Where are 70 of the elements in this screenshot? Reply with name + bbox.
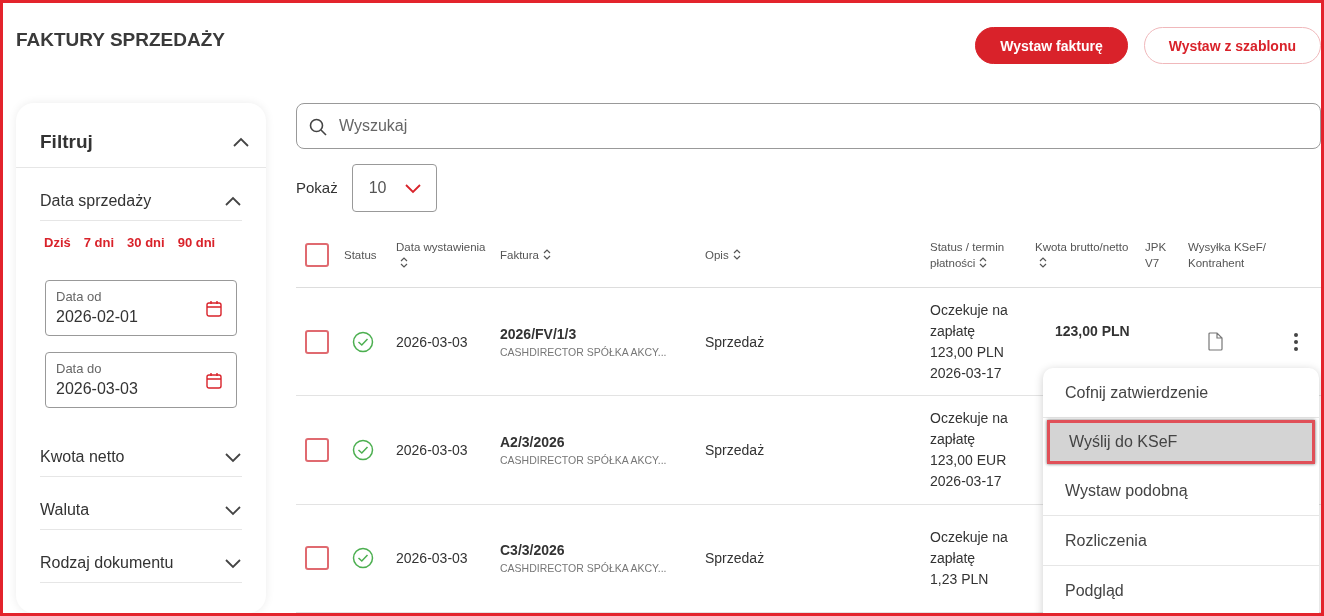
column-header[interactable]: Kwota brutto/netto xyxy=(1035,239,1145,272)
filter-section-title[interactable]: Waluta xyxy=(40,501,90,519)
chevron-down-icon[interactable] xyxy=(224,504,242,516)
contractor-name: CASHDIRECTOR SPÓŁKA AKCY... xyxy=(500,562,668,575)
gross-amount: 123,00 PLN xyxy=(1055,322,1131,339)
payment-status: 1,23 PLN xyxy=(930,569,990,589)
table-cell-text: 2026-03-03 xyxy=(396,442,469,459)
date-range-link[interactable]: Dziś xyxy=(44,235,71,250)
sort-icon[interactable] xyxy=(732,249,741,261)
calendar-icon[interactable] xyxy=(206,372,222,389)
table-cell-text: Sprzedaż xyxy=(705,333,766,350)
page-title: FAKTURY SPRZEDAŻY xyxy=(16,29,226,51)
column-header[interactable]: Faktura xyxy=(500,247,705,264)
contractor-name: CASHDIRECTOR SPÓŁKA AKCY... xyxy=(500,345,668,358)
chevron-up-icon[interactable] xyxy=(224,195,242,207)
column-header[interactable]: Opis xyxy=(705,247,930,264)
column-header[interactable]: Status / termin płatności xyxy=(930,239,1035,272)
contractor-name: CASHDIRECTOR SPÓŁKA AKCY... xyxy=(500,454,668,467)
page-size-select[interactable]: 10 xyxy=(351,163,437,212)
menu-item[interactable]: Wyślij do KSeF xyxy=(1047,420,1315,464)
table-cell-text: Sprzedaż xyxy=(705,442,766,459)
search-field[interactable]: Wyszukaj xyxy=(296,103,1321,149)
menu-item[interactable]: Podgląd xyxy=(1043,566,1319,613)
issue-invoice-button[interactable]: Wystaw fakturę xyxy=(975,27,1128,64)
invoice-number: A2/3/2026 xyxy=(500,434,566,451)
chevron-up-icon[interactable] xyxy=(232,136,250,148)
row-checkbox[interactable] xyxy=(305,546,329,571)
select-all-checkbox[interactable] xyxy=(305,243,329,268)
document-icon[interactable] xyxy=(1208,332,1223,352)
menu-item[interactable]: Rozliczenia xyxy=(1043,516,1319,566)
column-header: JPK V7 xyxy=(1145,240,1168,272)
sort-icon[interactable] xyxy=(543,249,551,261)
menu-item[interactable]: Wystaw podobną xyxy=(1043,466,1319,516)
sort-icon[interactable] xyxy=(1039,257,1047,269)
template-button[interactable]: Wystaw z szablonu xyxy=(1143,27,1321,64)
filter-section-title[interactable]: Kwota netto xyxy=(40,448,125,466)
chevron-down-icon[interactable] xyxy=(403,181,422,194)
date-field[interactable]: Data od 2026-02-01 xyxy=(45,280,237,336)
row-checkbox[interactable] xyxy=(305,438,329,463)
row-checkbox[interactable] xyxy=(305,329,329,354)
payment-status: 2026-03-17 xyxy=(930,472,1003,492)
invoice-number: 2026/FV/1/3 xyxy=(500,325,578,342)
table-cell-text: Sprzedaż xyxy=(705,550,766,567)
chevron-down-icon[interactable] xyxy=(224,557,242,569)
filter-section-title[interactable]: Rodzaj dokumentu xyxy=(40,554,174,572)
payment-status: Oczekuje na zapłatę xyxy=(930,409,1009,450)
menu-item[interactable]: Cofnij zatwierdzenie xyxy=(1043,368,1319,418)
date-range-link[interactable]: 30 dni xyxy=(127,235,165,250)
search-icon xyxy=(309,118,327,136)
page-size-label: Pokaż xyxy=(296,179,338,197)
payment-status: Oczekuje na zapłatę xyxy=(930,527,1009,568)
date-range-link[interactable]: 7 dni xyxy=(83,235,115,250)
chevron-down-icon[interactable] xyxy=(224,451,242,463)
column-header[interactable]: Data wystawienia xyxy=(396,239,500,272)
table-cell-text: 2026-03-03 xyxy=(396,333,469,350)
sort-icon[interactable] xyxy=(400,257,408,269)
filter-title: Filtruj xyxy=(40,131,93,153)
payment-status: 123,00 PLN xyxy=(930,342,1005,362)
payment-status: 123,00 EUR xyxy=(930,451,1008,471)
calendar-icon[interactable] xyxy=(206,300,222,317)
table-cell-text: 2026-03-03 xyxy=(396,550,469,567)
invoice-number: C3/3/2026 xyxy=(500,542,566,559)
date-range-link[interactable]: 90 dni xyxy=(177,235,216,250)
column-header: Status xyxy=(344,248,378,264)
column-header: Wysyłka KSeF/ Kontrahent xyxy=(1188,240,1267,272)
payment-status: 2026-03-17 xyxy=(930,363,1003,383)
sort-icon[interactable] xyxy=(979,257,988,269)
payment-status: Oczekuje na zapłatę xyxy=(930,300,1009,341)
date-field[interactable]: Data do 2026-03-03 xyxy=(45,352,237,408)
filter-section-title[interactable]: Data sprzedaży xyxy=(40,192,152,210)
